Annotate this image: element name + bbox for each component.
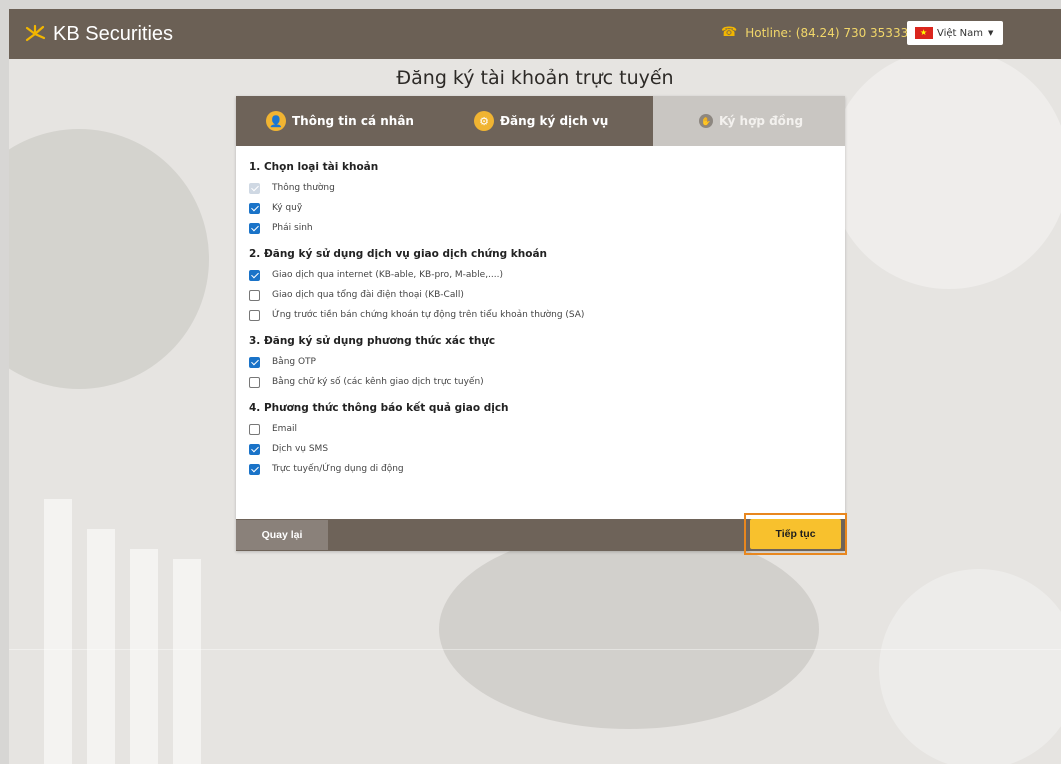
checkbox-option: Thông thường: [249, 178, 845, 198]
form-section: 4. Phương thức thông báo kết quả giao dị…: [249, 402, 845, 479]
checkbox-option[interactable]: Bằng chữ ký số (các kênh giao dịch trực …: [249, 372, 845, 392]
language-label: Việt Nam: [937, 27, 984, 39]
form-section: 3. Đăng ký sử dụng phương thức xác thực B…: [249, 335, 845, 392]
checkbox[interactable]: [249, 376, 260, 388]
card-footer: Quay lại Tiếp tục: [236, 513, 847, 555]
page-title: Đăng ký tài khoản trực tuyến: [396, 67, 674, 89]
checkbox-option[interactable]: Giao dịch qua tổng đài điện thoại (KB-Ca…: [249, 285, 845, 305]
checkbox-option[interactable]: Ứng trước tiền bán chứng khoán tự động t…: [249, 305, 845, 325]
checkbox-label: Ứng trước tiền bán chứng khoán tự động t…: [272, 310, 585, 320]
language-selector[interactable]: Việt Nam ▼: [907, 21, 1003, 45]
section-title: 3. Đăng ký sử dụng phương thức xác thực: [249, 335, 496, 347]
step-label: Ký hợp đồng: [719, 114, 804, 128]
section-title: 4. Phương thức thông báo kết quả giao dị…: [249, 402, 509, 414]
background-blob: [9, 129, 209, 389]
form-content: 1. Chọn loại tài khoản Thông thường Ký quỹ…: [236, 146, 845, 479]
registration-card: 👤 Thông tin cá nhân ⚙ Đăng ký dịch vụ ✋ …: [236, 96, 847, 555]
checkbox[interactable]: [249, 463, 260, 475]
next-button[interactable]: Tiếp tục: [750, 519, 841, 549]
hotline-text: Hotline: (84.24) 730 35333: [745, 25, 909, 40]
back-button[interactable]: Quay lại: [236, 520, 328, 550]
user-icon: 👤: [266, 111, 286, 131]
step-personal-info: 👤 Thông tin cá nhân: [266, 96, 414, 146]
top-header: KB Securities ☎ Hotline: (84.24) 730 353…: [9, 9, 1061, 59]
background-bar: [87, 529, 115, 764]
form-section: 2. Đăng ký sử dụng dịch vụ giao dịch chứ…: [249, 248, 845, 325]
checkbox-label: Giao dịch qua internet (KB-able, KB-pro,…: [272, 270, 504, 280]
checkbox-option[interactable]: Dịch vụ SMS: [249, 439, 845, 459]
app-frame: KB Securities ☎ Hotline: (84.24) 730 353…: [9, 9, 1061, 764]
checkbox[interactable]: [249, 269, 260, 281]
handshake-icon: ✋: [699, 114, 713, 128]
checkbox-label: Ký quỹ: [272, 203, 303, 213]
background-line: [9, 649, 1061, 650]
brand-name: KB Securities: [53, 22, 174, 45]
stepper: 👤 Thông tin cá nhân ⚙ Đăng ký dịch vụ ✋ …: [236, 96, 845, 146]
kb-star-logo-icon: [25, 24, 46, 42]
step-label: Đăng ký dịch vụ: [500, 114, 609, 128]
checkbox[interactable]: [249, 356, 260, 368]
background-bar: [44, 499, 72, 764]
next-button-highlight: Tiếp tục: [744, 513, 847, 555]
checkbox-label: Phái sinh: [272, 223, 313, 233]
settings-icon: ⚙: [474, 111, 494, 131]
checkbox[interactable]: [249, 202, 260, 214]
brand-logo[interactable]: KB Securities: [25, 23, 173, 46]
checkbox-option[interactable]: Trực tuyến/Ứng dụng di động: [249, 459, 845, 479]
hotline: ☎ Hotline: (84.24) 730 35333: [721, 25, 908, 40]
step-label: Thông tin cá nhân: [292, 114, 414, 128]
checkbox-label: Thông thường: [272, 183, 335, 193]
checkbox[interactable]: [249, 289, 260, 301]
background-bar: [173, 559, 201, 764]
checkbox: [249, 182, 260, 194]
checkbox-option[interactable]: Bằng OTP: [249, 352, 845, 372]
section-title: 2. Đăng ký sử dụng dịch vụ giao dịch chứ…: [249, 248, 548, 260]
checkbox-label: Dịch vụ SMS: [272, 444, 329, 454]
checkbox-option[interactable]: Phái sinh: [249, 218, 845, 238]
step-arrow: [641, 96, 653, 146]
step-service-registration: ⚙ Đăng ký dịch vụ: [474, 96, 608, 146]
checkbox-label: Bằng chữ ký số (các kênh giao dịch trực …: [272, 377, 484, 387]
vietnam-flag-icon: [915, 27, 933, 39]
checkbox[interactable]: [249, 423, 260, 435]
checkbox[interactable]: [249, 222, 260, 234]
section-title: 1. Chọn loại tài khoản: [249, 161, 379, 173]
checkbox[interactable]: [249, 443, 260, 455]
form-section: 1. Chọn loại tài khoản Thông thường Ký quỹ…: [249, 161, 845, 238]
chevron-down-icon: ▼: [988, 29, 994, 37]
checkbox-label: Giao dịch qua tổng đài điện thoại (KB-Ca…: [272, 290, 464, 300]
checkbox[interactable]: [249, 309, 260, 321]
checkbox-option[interactable]: Ký quỹ: [249, 198, 845, 218]
checkbox-label: Trực tuyến/Ứng dụng di động: [272, 464, 404, 474]
background-bar: [130, 549, 158, 764]
checkbox-option[interactable]: Email: [249, 419, 845, 439]
phone-icon: ☎: [721, 25, 738, 40]
background-blob: [439, 529, 819, 729]
background-blob: [879, 569, 1061, 764]
checkbox-label: Bằng OTP: [272, 357, 316, 367]
step-sign-contract: ✋ Ký hợp đồng: [699, 96, 803, 146]
checkbox-option[interactable]: Giao dịch qua internet (KB-able, KB-pro,…: [249, 265, 845, 285]
checkbox-label: Email: [272, 424, 297, 434]
